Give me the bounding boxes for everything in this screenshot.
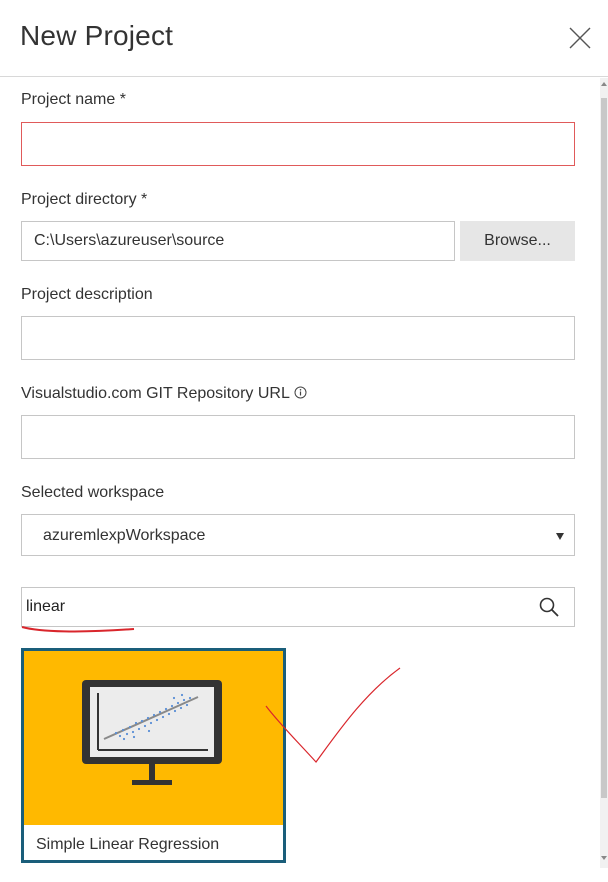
workspace-label: Selected workspace <box>21 484 165 501</box>
dialog-title: New Project <box>20 20 174 51</box>
search-icon[interactable] <box>538 596 560 618</box>
template-search-box <box>21 587 575 627</box>
dialog-header: New Project <box>0 0 608 77</box>
workspace-selected-value: azuremlexpWorkspace <box>43 527 206 544</box>
vertical-scrollbar[interactable] <box>600 78 608 868</box>
project-name-input[interactable] <box>21 122 575 166</box>
git-url-label-text: Visualstudio.com GIT Repository URL <box>21 385 290 402</box>
scroll-thumb[interactable] <box>601 98 607 798</box>
handwritten-underline-annotation <box>21 626 135 633</box>
close-button[interactable] <box>566 24 594 52</box>
monitor-chart-icon <box>82 680 222 785</box>
workspace-select[interactable]: azuremlexpWorkspace <box>21 514 575 556</box>
browse-button[interactable]: Browse... <box>460 221 575 261</box>
caret-down-icon <box>556 533 564 540</box>
git-url-input[interactable] <box>21 415 575 459</box>
template-thumbnail <box>24 651 283 825</box>
template-card-label: Simple Linear Regression <box>36 836 220 853</box>
project-description-input[interactable] <box>21 316 575 360</box>
project-name-label: Project name * <box>21 91 126 108</box>
info-icon[interactable] <box>294 386 307 399</box>
project-directory-input[interactable] <box>21 221 455 261</box>
scroll-down-arrow[interactable] <box>601 856 607 860</box>
project-description-label: Project description <box>21 286 153 303</box>
template-card-simple-linear-regression[interactable]: Simple Linear Regression <box>21 648 286 863</box>
close-icon <box>569 27 591 49</box>
scroll-up-arrow[interactable] <box>601 82 607 86</box>
template-search-input[interactable] <box>26 596 516 618</box>
handwritten-check-annotation <box>265 667 401 763</box>
project-directory-label: Project directory * <box>21 191 148 208</box>
git-url-label: Visualstudio.com GIT Repository URL <box>21 385 307 403</box>
